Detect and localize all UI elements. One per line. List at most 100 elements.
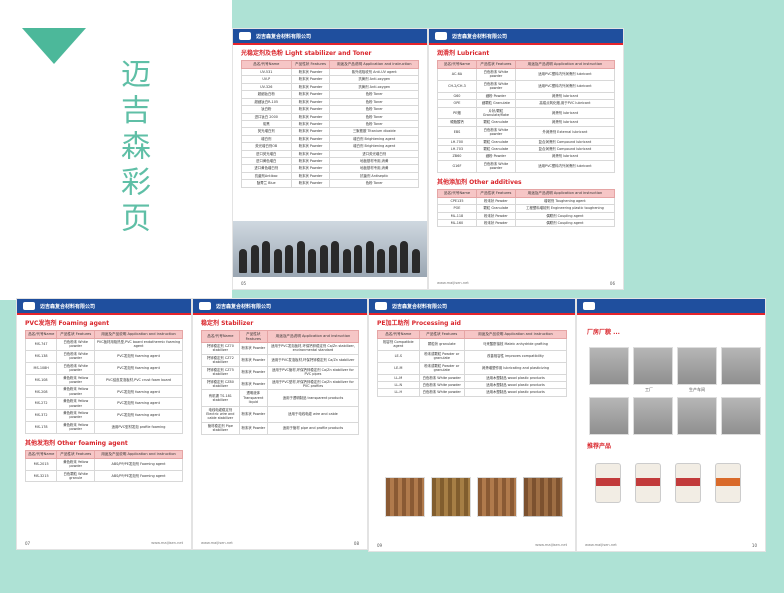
table-row: UV-326 粉末状 Powder 抗黄剂 Anti-oxygen bbox=[241, 82, 419, 92]
company-logo bbox=[435, 32, 447, 40]
table-cell: 粉末状 Powder bbox=[290, 112, 331, 121]
table-row: 管材稳定剂 Pipe stabilizer 粉末状 Powder 适用于管材 pip… bbox=[201, 421, 360, 435]
table-cell: 粉末状 Powder bbox=[290, 90, 331, 99]
col-header: 品名/代号Name bbox=[201, 330, 240, 343]
table-cell: 适用于PVC管材,环保钙锌稳定剂 Ca/Zn stabilizer for PV… bbox=[266, 365, 360, 379]
table-cell: 润滑剂 lubricant bbox=[514, 118, 616, 127]
table-cell: 白色粉末 White powder bbox=[418, 380, 465, 390]
table-cell: 酞菁兰 Blue bbox=[241, 179, 292, 188]
product-bag bbox=[595, 463, 621, 503]
table-cell: 偶联剂 Coupling agent bbox=[514, 211, 616, 221]
factory-photo bbox=[633, 347, 673, 385]
cover-title: 迈吉森彩页 bbox=[115, 58, 150, 238]
col-header: 产品性状 Features bbox=[56, 330, 96, 339]
table-row: PE蜡 片状/颗粒 Granulate/flake 润滑剂 lubricant bbox=[437, 106, 616, 120]
table-cell: 管材稳定剂 Pipe stabilizer bbox=[201, 421, 240, 435]
table-cell: 颗粒 Granulate bbox=[475, 118, 516, 127]
table-cell: LL-M bbox=[377, 373, 420, 382]
col-header: 品名/代号Name bbox=[377, 330, 420, 339]
table-row: 增白剂 粉末状 Powder 增白剂 Brightening agent bbox=[241, 134, 419, 144]
page-header: 迈吉森复合材料有限公司 bbox=[429, 29, 623, 43]
table-cell: 粉末状 Powder bbox=[290, 67, 331, 77]
photo-caption: 生产车间 bbox=[687, 387, 707, 393]
table-cell: 复合润滑剂 Compound lubricant bbox=[514, 145, 616, 154]
table-cell: 粉末状 Powder bbox=[238, 377, 268, 391]
page-footer: www.maijisen.net 06 bbox=[437, 281, 615, 286]
table-cell: CPE135 bbox=[437, 196, 477, 206]
table-row: CH-2/CH-3 白色粉末 White powder 适用PVC塑料内外润滑剂 l… bbox=[437, 79, 616, 93]
website: www.maijisen.net bbox=[585, 543, 617, 547]
table-cell: ABS/PP/PE发泡剂 Foaming agent bbox=[94, 457, 183, 471]
section-title: PE加工助剂 Processing aid bbox=[377, 320, 461, 327]
table-cell: 粉末状 Powder bbox=[290, 97, 331, 107]
table-cell: 高熔点氧化蜡,用于PVC lubricant bbox=[514, 99, 616, 108]
brochure-page-light-stabilizer: 迈吉森复合材料有限公司 光稳定剂及色粉 Light stabilizer and… bbox=[232, 28, 428, 290]
col-header: 用途及产品说明 Application and instruction bbox=[94, 330, 183, 339]
table-cell: 粉末状 Powder bbox=[238, 353, 268, 367]
person-silhouette bbox=[250, 245, 259, 273]
product-table: 品名/代号Name 产品性状 Features 用途及产品说明 Applicat… bbox=[437, 60, 616, 173]
table-cell: 粉末状 Powder bbox=[290, 82, 331, 92]
col-header: 品名/代号Name bbox=[24, 449, 58, 459]
company-logo bbox=[199, 302, 211, 310]
table-cell: 硬脂酸钙 bbox=[437, 118, 477, 127]
table-cell: 白色颗粒 White granule bbox=[56, 469, 96, 483]
table-cell: ZB60 bbox=[437, 152, 477, 161]
company-name: 迈吉森复合材料有限公司 bbox=[452, 33, 508, 40]
page-footer: 09 www.maijisen.net bbox=[377, 543, 567, 548]
section-title-other: 其他发泡剂 Other foaming agent bbox=[25, 439, 128, 447]
table-cell: 进口黄色增白 bbox=[241, 157, 292, 166]
table-row: CPE135 粉末状 Powder 增韧剂 Toughening agent bbox=[437, 196, 616, 206]
table-cell: 白色粉末 White powder bbox=[475, 79, 516, 93]
website: www.maijisen.net bbox=[535, 543, 567, 547]
table-cell: 适用于透明制品 transparent products bbox=[266, 389, 360, 407]
table-cell: 透明液体 Transparent liquid bbox=[238, 389, 268, 407]
table-cell: 颗粒 Granulate bbox=[475, 204, 516, 213]
col-header: 用途及产品说明 Application and instruction bbox=[266, 330, 360, 343]
table-row: 进口黄色增白剂 粉末状 Powder 地板基材专用,消黄 bbox=[241, 164, 419, 173]
photo-caption: 工厂 bbox=[643, 387, 655, 393]
table-cell: 色粉 Toner bbox=[329, 97, 419, 107]
table-cell: 粉末状 Powder bbox=[290, 105, 331, 114]
table-row: ML-118 粉末状 Powder 偶联剂 Coupling agent bbox=[437, 211, 616, 221]
table-cell: 适用PVC塑料内外润滑剂 lubricant bbox=[514, 68, 616, 81]
table-cell: LL-N bbox=[377, 380, 420, 390]
table-cell: 适用PVC型材发泡 profile foaming bbox=[94, 420, 183, 434]
table-cell: 粉末状 Powder bbox=[238, 421, 268, 435]
page-number: 06 bbox=[609, 281, 615, 286]
table-row: LH-700 颗粒 Granulate 复合润滑剂 Compound lubrica… bbox=[437, 137, 616, 147]
header-divider bbox=[577, 313, 765, 315]
product-bag bbox=[635, 463, 661, 503]
person-silhouette bbox=[285, 245, 293, 273]
product-table: 品名/代号Name 产品性状 Features 用途及产品说明 Applicat… bbox=[241, 60, 419, 188]
person-silhouette bbox=[239, 249, 247, 273]
table-cell: 适用于管材 pipe and profile products bbox=[266, 421, 360, 435]
table-cell: 粉末状 Powder bbox=[290, 75, 331, 84]
table-row: LL-M 白色粉末 White powder 适用木塑制品 wood plastic… bbox=[377, 373, 568, 382]
table-row: G60 细粉 Powder 润滑剂 lubricant bbox=[437, 91, 616, 101]
page-header: 迈吉森复合材料有限公司 bbox=[233, 29, 427, 43]
table-cell: 进口荧光增白剂 bbox=[329, 149, 419, 159]
page-footer: www.maijisen.net 10 bbox=[585, 543, 757, 548]
table-cell: 抗菌剂Antibac bbox=[241, 171, 292, 181]
person-silhouette bbox=[308, 249, 316, 273]
table-cell: MS-108 bbox=[24, 373, 58, 387]
table-row: ML-160 粉末状 Powder 偶联剂 Coupling agent bbox=[437, 218, 616, 228]
table-cell: 进口黄色增白剂 bbox=[241, 164, 292, 173]
wpc-product-photo bbox=[477, 477, 517, 517]
table-cell: 粉末状 Powder bbox=[290, 142, 331, 151]
table-row: 荧光增白剂OB 粉末状 Powder 增白剂 Brightening agent bbox=[241, 142, 419, 151]
table-cell: 相容剂 Compatible agent bbox=[377, 338, 420, 351]
table-cell: 适用木塑制品 wood plastic products bbox=[463, 388, 568, 397]
table-row: 进口黄色增白 粉末状 Powder 地板基材专用,消黄 bbox=[241, 157, 419, 166]
table-cell: 粉末状 Powder bbox=[238, 365, 268, 379]
table-cell: 马来酸酐接枝 Maleic anhydride grafting bbox=[463, 338, 568, 351]
table-cell: 钙锌稳定剂 CZ72 stabilizer bbox=[201, 353, 240, 367]
table-cell: 白色粉末 White powder bbox=[475, 125, 516, 139]
col-header: 品名/代号Name bbox=[241, 60, 292, 69]
table-cell: 紫外线吸收剂 Anti-UV agent bbox=[329, 67, 419, 77]
table-row: 荧光增白剂 粉末状 Powder 三聚氰胺 Titanium dioxide bbox=[241, 127, 419, 136]
person-silhouette bbox=[388, 245, 397, 273]
col-header: 用途及产品说明 Application and instruction bbox=[94, 449, 183, 459]
table-cell: 改善相容性 improves compatibility bbox=[463, 349, 568, 363]
